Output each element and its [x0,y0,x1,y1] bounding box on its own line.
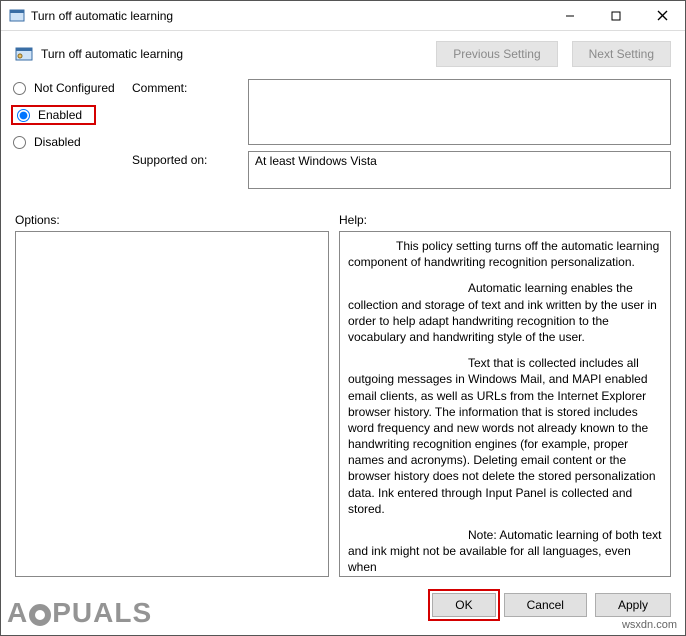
donut-icon [29,604,51,626]
options-pane[interactable] [15,231,329,577]
comment-label: Comment: [132,79,242,95]
cancel-button[interactable]: Cancel [504,593,587,617]
help-paragraph: Automatic learning enables the collectio… [348,280,662,345]
supported-on-value: At least Windows Vista [248,151,671,189]
radio-not-configured-input[interactable] [13,82,26,95]
help-pane[interactable]: This policy setting turns off the automa… [339,231,671,577]
minimize-button[interactable] [547,1,593,30]
help-paragraph: Note: Automatic learning of both text an… [348,527,662,576]
options-label: Options: [15,213,339,227]
maximize-button[interactable] [593,1,639,30]
apply-button[interactable]: Apply [595,593,671,617]
header-row: Turn off automatic learning Previous Set… [1,31,685,73]
radio-not-configured-label: Not Configured [34,81,115,95]
watermark-logo: A PUALS [7,597,152,629]
policy-icon [15,45,33,63]
ok-button[interactable]: OK [432,593,495,617]
top-area: Not Configured Enabled Disabled Comment:… [1,73,685,199]
close-button[interactable] [639,1,685,30]
watermark-pre: A [7,597,28,629]
policy-icon [9,8,25,24]
previous-setting-button[interactable]: Previous Setting [436,41,557,67]
radio-disabled-label: Disabled [34,135,81,149]
radio-disabled-input[interactable] [13,136,26,149]
radio-disabled[interactable]: Disabled [11,135,126,149]
radio-enabled-input[interactable] [17,109,30,122]
radio-enabled[interactable]: Enabled [15,108,84,122]
titlebar: Turn off automatic learning [1,1,685,31]
watermark-post: PUALS [52,597,152,629]
radio-not-configured[interactable]: Not Configured [11,81,126,95]
state-radio-group: Not Configured Enabled Disabled [11,79,126,149]
radio-enabled-label: Enabled [38,108,82,122]
help-paragraph: Text that is collected includes all outg… [348,355,662,517]
section-labels: Options: Help: [1,199,685,231]
watermark-credit: wsxdn.com [622,619,677,631]
help-paragraph: This policy setting turns off the automa… [348,238,662,270]
next-setting-button[interactable]: Next Setting [572,41,671,67]
window-title: Turn off automatic learning [31,9,547,23]
window-buttons [547,1,685,30]
policy-name: Turn off automatic learning [41,47,422,61]
enabled-highlight-box: Enabled [11,105,96,125]
comment-input[interactable] [248,79,671,145]
help-label: Help: [339,213,367,227]
supported-on-label: Supported on: [132,151,242,167]
supported-on-text: At least Windows Vista [255,154,377,168]
dialog-window: Turn off automatic learning Turn off aut… [0,0,686,636]
panes: This policy setting turns off the automa… [1,231,685,585]
